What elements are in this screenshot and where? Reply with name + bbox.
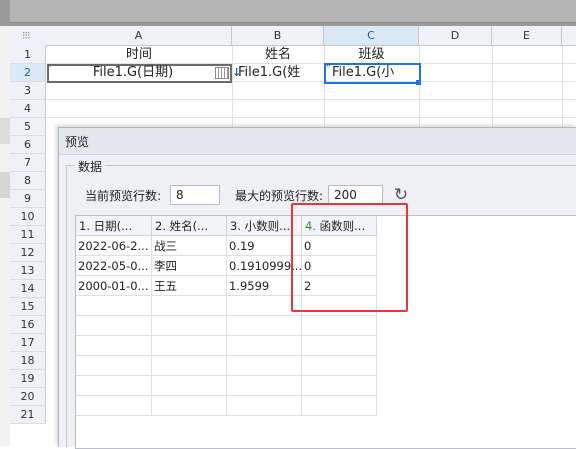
group-label: 数据 <box>75 158 106 175</box>
row-header[interactable]: 5 <box>10 118 46 136</box>
row-header[interactable]: 11 <box>10 226 46 244</box>
table-cell[interactable] <box>76 376 152 396</box>
row-header[interactable]: 19 <box>10 370 46 388</box>
table-cell[interactable] <box>76 296 152 316</box>
column-header-c[interactable]: C <box>324 26 419 46</box>
table-cell[interactable] <box>302 396 377 416</box>
table-cell[interactable] <box>227 316 302 336</box>
title-bar <box>0 0 576 26</box>
table-cell[interactable] <box>76 356 152 376</box>
row-header[interactable]: 17 <box>10 334 46 352</box>
cell-c2[interactable]: File1.G(小 <box>332 64 418 82</box>
row-header[interactable]: 9 <box>10 190 46 208</box>
max-rows-input[interactable]: 200 <box>328 185 383 205</box>
column-header-d[interactable]: D <box>419 26 492 46</box>
row-header[interactable]: 10 <box>10 208 46 226</box>
row-header[interactable]: 2 <box>10 64 46 82</box>
table-cell[interactable] <box>152 336 227 356</box>
highlight-annotation-box <box>291 203 408 312</box>
fill-handle[interactable] <box>416 80 421 85</box>
table-cell[interactable] <box>76 316 152 336</box>
table-cell[interactable]: 2000-01-0... <box>76 276 152 296</box>
table-cell[interactable] <box>227 396 302 416</box>
table-cell[interactable] <box>152 396 227 416</box>
column-header-date[interactable]: 1. 日期(... <box>76 216 152 236</box>
quote-marker-icon: " <box>47 63 52 74</box>
table-cell[interactable]: 2022-06-2... <box>76 236 152 256</box>
column-header-e[interactable]: E <box>492 26 562 46</box>
table-cell[interactable] <box>152 296 227 316</box>
row-header[interactable]: 6 <box>10 136 46 154</box>
column-header-b[interactable]: B <box>232 26 324 46</box>
select-all-corner[interactable]: ⁝⁝⁝ <box>10 26 47 47</box>
row-header[interactable]: 15 <box>10 298 46 316</box>
calendar-icon[interactable] <box>215 67 229 79</box>
table-cell[interactable]: 王五 <box>152 276 227 296</box>
table-cell[interactable]: 2022-05-0... <box>76 256 152 276</box>
table-cell[interactable] <box>152 356 227 376</box>
dialog-title: 预览 <box>65 135 90 149</box>
table-cell[interactable] <box>302 376 377 396</box>
row-header[interactable]: 7 <box>10 154 46 172</box>
cell-a1[interactable]: 时间 <box>46 46 232 64</box>
table-cell[interactable] <box>76 336 152 356</box>
table-cell[interactable] <box>76 396 152 416</box>
row-header[interactable]: 8 <box>10 172 46 190</box>
table-cell[interactable] <box>302 356 377 376</box>
row-header[interactable]: 16 <box>10 316 46 334</box>
table-cell[interactable] <box>227 336 302 356</box>
table-cell[interactable] <box>152 316 227 336</box>
refresh-icon[interactable]: ↻ <box>392 186 410 204</box>
row-header[interactable]: 21 <box>10 406 46 424</box>
table-cell[interactable]: 李四 <box>152 256 227 276</box>
cell-c1[interactable]: 班级 <box>324 46 419 64</box>
row-header[interactable]: 3 <box>10 82 46 100</box>
quote-marker-icon: " <box>326 63 331 74</box>
left-panel-tab[interactable] <box>0 172 10 198</box>
row-header[interactable]: 18 <box>10 352 46 370</box>
grid-icon: ⁝⁝⁝ <box>22 29 30 42</box>
table-cell[interactable] <box>302 336 377 356</box>
row-header[interactable]: 12 <box>10 244 46 262</box>
row-header[interactable]: 13 <box>10 262 46 280</box>
column-header-name[interactable]: 2. 姓名(... <box>152 216 227 236</box>
toolbar-strip <box>10 0 576 23</box>
row-header[interactable]: 4 <box>10 100 46 118</box>
column-header-f[interactable] <box>562 26 576 46</box>
grid-line <box>46 117 576 118</box>
table-cell[interactable]: 战三 <box>152 236 227 256</box>
cell-a2[interactable]: File1.G(日期) <box>48 64 218 82</box>
table-cell[interactable] <box>152 376 227 396</box>
table-cell[interactable] <box>302 316 377 336</box>
column-header-a[interactable]: A <box>46 26 232 46</box>
grid-line <box>46 99 576 100</box>
current-rows-input[interactable]: 8 <box>170 185 220 205</box>
cell-b2[interactable]: File1.G(姓 <box>238 64 324 82</box>
current-rows-label: 当前预览行数: <box>85 189 162 203</box>
row-header[interactable]: 14 <box>10 280 46 298</box>
cell-b1[interactable]: 姓名 <box>232 46 324 64</box>
table-cell[interactable] <box>227 356 302 376</box>
dialog-title-bar[interactable]: 预览 <box>59 128 576 155</box>
max-rows-label: 最大的预览行数: <box>235 189 324 203</box>
row-header[interactable]: 20 <box>10 388 46 406</box>
left-panel-tab[interactable] <box>0 118 10 144</box>
row-header[interactable]: 1 <box>10 46 46 64</box>
table-cell[interactable] <box>227 376 302 396</box>
